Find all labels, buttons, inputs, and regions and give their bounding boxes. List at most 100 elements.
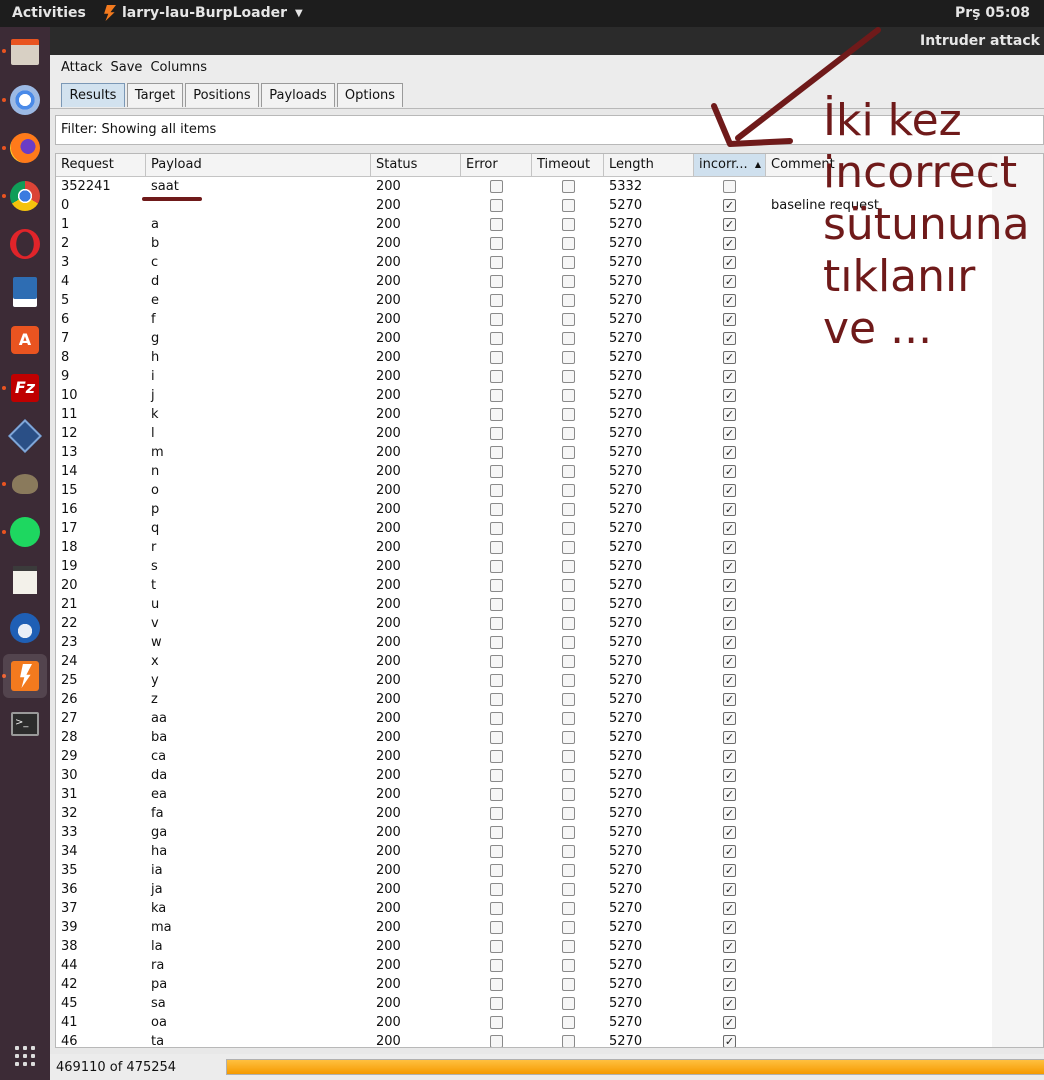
table-row[interactable]: 17 q 200 5270 ✓ (56, 519, 992, 538)
incorrect-checkbox: ✓ (723, 826, 736, 839)
table-row[interactable]: 16 p 200 5270 ✓ (56, 500, 992, 519)
table-row[interactable]: 27 aa 200 5270 ✓ (56, 709, 992, 728)
table-row[interactable]: 44 ra 200 5270 ✓ (56, 956, 992, 975)
table-row[interactable]: 35 ia 200 5270 ✓ (56, 861, 992, 880)
table-row[interactable]: 11 k 200 5270 ✓ (56, 405, 992, 424)
cell-request: 31 (61, 787, 78, 802)
error-checkbox (490, 940, 503, 953)
timeout-checkbox (562, 1016, 575, 1029)
software-icon[interactable]: A (8, 323, 42, 357)
menu-bar: Attack Save Columns (50, 55, 1044, 79)
table-row[interactable]: 19 s 200 5270 ✓ (56, 557, 992, 576)
table-row[interactable]: 45 sa 200 5270 ✓ (56, 994, 992, 1013)
table-row[interactable]: 25 y 200 5270 ✓ (56, 671, 992, 690)
chromium-icon[interactable] (8, 83, 42, 117)
cell-comment (766, 1032, 992, 1047)
table-row[interactable]: 37 ka 200 5270 ✓ (56, 899, 992, 918)
timeout-checkbox (562, 712, 575, 725)
table-row[interactable]: 24 x 200 5270 ✓ (56, 652, 992, 671)
cell-status: 200 (376, 597, 401, 612)
error-checkbox (490, 864, 503, 877)
table-row[interactable]: 10 j 200 5270 ✓ (56, 386, 992, 405)
table-row[interactable]: 18 r 200 5270 ✓ (56, 538, 992, 557)
text-editor-icon[interactable] (8, 563, 42, 597)
cell-request: 28 (61, 730, 78, 745)
table-row[interactable]: 39 ma 200 5270 ✓ (56, 918, 992, 937)
table-row[interactable]: 34 ha 200 5270 ✓ (56, 842, 992, 861)
column-length[interactable]: Length (604, 154, 694, 176)
table-row[interactable]: 26 z 200 5270 ✓ (56, 690, 992, 709)
cell-status: 200 (376, 274, 401, 289)
table-row[interactable]: 29 ca 200 5270 ✓ (56, 747, 992, 766)
table-row[interactable]: 12 l 200 5270 ✓ (56, 424, 992, 443)
table-row[interactable]: 20 t 200 5270 ✓ (56, 576, 992, 595)
cell-payload: m (151, 445, 164, 460)
tab-payloads[interactable]: Payloads (261, 83, 335, 107)
cell-length: 5270 (609, 255, 643, 270)
cell-length: 5270 (609, 1015, 643, 1030)
table-row[interactable]: 31 ea 200 5270 ✓ (56, 785, 992, 804)
menu-columns[interactable]: Columns (150, 60, 207, 75)
menu-attack[interactable]: Attack (61, 60, 103, 75)
gimp-icon[interactable] (8, 467, 42, 501)
menu-save[interactable]: Save (111, 60, 143, 75)
filezilla-icon[interactable]: Fz (8, 371, 42, 405)
spotify-icon[interactable] (8, 515, 42, 549)
table-row[interactable]: 13 m 200 5270 ✓ (56, 443, 992, 462)
timeout-checkbox (562, 921, 575, 934)
table-row[interactable]: 9 i 200 5270 ✓ (56, 367, 992, 386)
cell-comment (766, 367, 992, 386)
thunderbird-icon[interactable] (8, 611, 42, 645)
incorrect-checkbox: ✓ (723, 484, 736, 497)
timeout-checkbox (562, 484, 575, 497)
activities-button[interactable]: Activities (12, 5, 86, 21)
cell-status: 200 (376, 958, 401, 973)
table-row[interactable]: 41 oa 200 5270 ✓ (56, 1013, 992, 1032)
cell-status: 200 (376, 996, 401, 1011)
table-row[interactable]: 38 la 200 5270 ✓ (56, 937, 992, 956)
firefox-icon[interactable] (8, 131, 42, 165)
column-incorrect[interactable]: incorr... ▲ (694, 154, 766, 176)
table-row[interactable]: 14 n 200 5270 ✓ (56, 462, 992, 481)
table-row[interactable]: 22 v 200 5270 ✓ (56, 614, 992, 633)
tab-positions[interactable]: Positions (185, 83, 259, 107)
cell-payload: u (151, 597, 160, 612)
table-row[interactable]: 28 ba 200 5270 ✓ (56, 728, 992, 747)
terminal-icon[interactable]: >_ (8, 707, 42, 741)
app-menu[interactable]: larry-lau-BurpLoader ▼ (102, 5, 303, 21)
cell-payload: i (151, 369, 155, 384)
error-checkbox (490, 1035, 503, 1047)
virtualbox-icon[interactable] (8, 419, 42, 453)
tab-results[interactable]: Results (61, 83, 125, 107)
tab-target[interactable]: Target (127, 83, 183, 107)
table-row[interactable]: 15 o 200 5270 ✓ (56, 481, 992, 500)
table-row[interactable]: 32 fa 200 5270 ✓ (56, 804, 992, 823)
column-request[interactable]: Request (56, 154, 146, 176)
burp-icon[interactable] (3, 654, 47, 698)
writer-icon[interactable] (8, 275, 42, 309)
cell-payload: g (151, 331, 160, 346)
error-checkbox (490, 636, 503, 649)
table-row[interactable]: 21 u 200 5270 ✓ (56, 595, 992, 614)
column-status[interactable]: Status (371, 154, 461, 176)
cell-length: 5270 (609, 388, 643, 403)
chrome-icon[interactable] (8, 179, 42, 213)
table-row[interactable]: 33 ga 200 5270 ✓ (56, 823, 992, 842)
error-checkbox (490, 180, 503, 193)
opera-icon[interactable] (8, 227, 42, 261)
table-row[interactable]: 36 ja 200 5270 ✓ (56, 880, 992, 899)
show-apps-icon[interactable] (8, 1039, 42, 1073)
table-row[interactable]: 30 da 200 5270 ✓ (56, 766, 992, 785)
caret-down-icon: ▼ (295, 7, 303, 19)
tab-options[interactable]: Options (337, 83, 403, 107)
clock[interactable]: Prş 05:08 (955, 5, 1030, 21)
table-row[interactable]: 46 ta 200 5270 ✓ (56, 1032, 992, 1047)
table-row[interactable]: 23 w 200 5270 ✓ (56, 633, 992, 652)
column-error[interactable]: Error (461, 154, 532, 176)
cell-comment (766, 728, 992, 747)
files-icon[interactable] (8, 35, 42, 69)
cell-comment (766, 424, 992, 443)
column-timeout[interactable]: Timeout (532, 154, 604, 176)
table-row[interactable]: 42 pa 200 5270 ✓ (56, 975, 992, 994)
column-payload[interactable]: Payload (146, 154, 371, 176)
